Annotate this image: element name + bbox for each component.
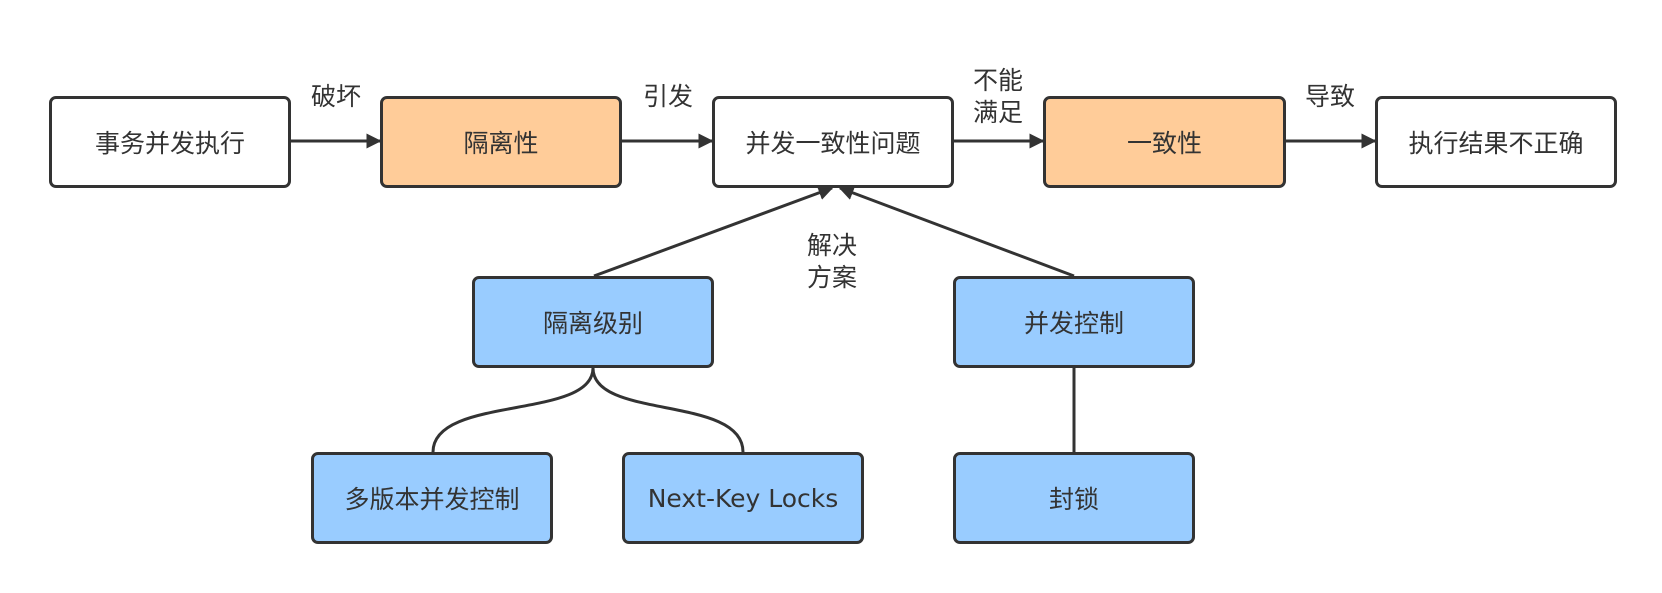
arrow-isolation-level-solve — [593, 185, 834, 278]
node-isolation-level: 隔离级别 — [472, 276, 714, 368]
node-locking: 封锁 — [953, 452, 1195, 544]
edge-label-cannot-satisfy-line2: 满足 — [972, 98, 1023, 127]
node-mvcc: 多版本并发控制 — [311, 452, 553, 544]
connector-isolation-level-next-key — [591, 367, 745, 453]
edge-label-solve-line2: 方案 — [806, 263, 857, 292]
node-concurrency-consistency-problem: 并发一致性问题 — [712, 96, 954, 188]
edge-label-cannot-satisfy: 不能 满足 — [968, 65, 1028, 129]
arrow-concurrency-control-solve — [838, 185, 1075, 278]
edge-label-lead-to: 导致 — [1304, 82, 1355, 111]
connector-isolation-level-mvcc — [431, 367, 595, 453]
edge-label-destroy: 破坏 — [310, 82, 361, 111]
edge-label-cannot-satisfy-line1: 不能 — [972, 66, 1023, 95]
node-concurrency-control: 并发控制 — [953, 276, 1195, 368]
node-transaction-concurrency: 事务并发执行 — [49, 96, 291, 188]
node-consistency: 一致性 — [1043, 96, 1286, 188]
edge-label-solve: 解决 方案 — [802, 230, 862, 294]
node-isolation: 隔离性 — [380, 96, 622, 188]
edge-label-cause: 引发 — [642, 82, 693, 111]
node-incorrect-result: 执行结果不正确 — [1375, 96, 1617, 188]
node-next-key-locks: Next-Key Locks — [622, 452, 864, 544]
edge-label-solve-line1: 解决 — [806, 231, 857, 260]
